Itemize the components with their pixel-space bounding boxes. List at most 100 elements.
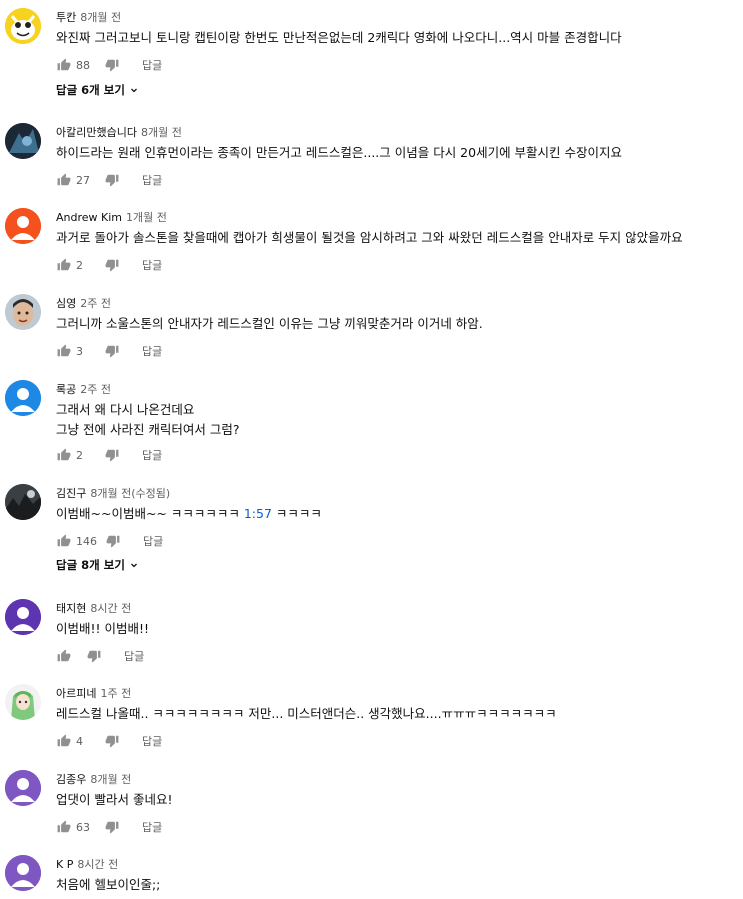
comment-line: 이범배!! 이범배!!	[56, 621, 150, 636]
author-name[interactable]: 김진구	[56, 487, 86, 500]
avatar[interactable]	[5, 123, 41, 159]
reply-button[interactable]: 답글	[142, 733, 162, 749]
comment-header: 심영 2주 전	[56, 295, 111, 311]
thumb-down-icon[interactable]	[105, 533, 121, 549]
reply-button[interactable]: 답글	[142, 447, 162, 463]
comment-time[interactable]: 1개월 전	[126, 211, 167, 224]
avatar[interactable]	[5, 8, 41, 44]
avatar[interactable]	[5, 684, 41, 720]
author-name[interactable]: 투칸	[56, 11, 76, 24]
comment-line: 처음에 헬보이인줄;;	[56, 877, 161, 892]
author-name[interactable]: Andrew Kim	[56, 211, 122, 224]
comment-text: 그러니까 소울스톤의 안내자가 레드스컬인 이유는 그냥 끼워맞춘거라 이거네 …	[56, 314, 483, 334]
chevron-down-icon	[130, 563, 137, 568]
comment-time[interactable]: 8개월 전	[141, 126, 182, 139]
thumb-up-icon[interactable]	[56, 533, 72, 549]
like-count: 88	[76, 58, 90, 72]
avatar[interactable]	[5, 294, 41, 330]
like-count: 4	[76, 734, 83, 748]
comment-time[interactable]: 1주 전	[100, 687, 131, 700]
comment-text-part: 이범배~~이범배~~ ㅋㅋㅋㅋㅋㅋ	[56, 506, 244, 521]
comment-header: 태지현 8시간 전	[56, 600, 131, 616]
like-count: 146	[76, 534, 97, 548]
reply-button[interactable]: 답글	[142, 172, 162, 188]
avatar[interactable]	[5, 208, 41, 244]
comment-actions: 27 답글	[56, 170, 162, 190]
comment-text: 과거로 돌아가 솔스톤을 찾을때에 캡아가 희생물이 될것을 암시하려고 그와 …	[56, 228, 683, 248]
comment-text: 레드스컬 나올때.. ㅋㅋㅋㅋㅋㅋㅋㅋ 저만... 미스터앤더슨.. 생각했나요…	[56, 704, 557, 724]
comment-text-part: ㅋㅋㅋㅋ	[271, 506, 322, 521]
author-name[interactable]: 태지현	[56, 602, 86, 615]
view-replies-button[interactable]: 답글 6개 보기	[56, 82, 140, 98]
view-replies-label: 답글 8개 보기	[56, 558, 125, 572]
comment-line: 레드스컬 나올때.. ㅋㅋㅋㅋㅋㅋㅋㅋ 저만... 미스터앤더슨.. 생각했나요…	[56, 706, 557, 721]
thumb-down-icon[interactable]	[86, 648, 102, 664]
thumb-down-icon[interactable]	[104, 57, 120, 73]
avatar[interactable]	[5, 380, 41, 416]
view-replies-label: 답글 6개 보기	[56, 83, 125, 97]
comment-line: 그러니까 소울스톤의 안내자가 레드스컬인 이유는 그냥 끼워맞춘거라 이거네 …	[56, 316, 483, 331]
thumb-down-icon[interactable]	[104, 172, 120, 188]
thumb-up-icon[interactable]	[56, 733, 72, 749]
like-count: 2	[76, 448, 83, 462]
comment-header: 김종우 8개월 전	[56, 771, 131, 787]
thumb-up-icon[interactable]	[56, 172, 72, 188]
thumb-up-icon[interactable]	[56, 343, 72, 359]
reply-button[interactable]: 답글	[142, 343, 162, 359]
comment-time[interactable]: 8개월 전	[80, 11, 121, 24]
comment-actions: 88 답글	[56, 55, 162, 75]
author-name[interactable]: 아르피네	[56, 687, 96, 700]
comment-time[interactable]: 8개월 전(수정됨)	[90, 487, 170, 500]
comment-time[interactable]: 8시간 전	[90, 602, 131, 615]
thumb-down-icon[interactable]	[104, 733, 120, 749]
author-name[interactable]: K P	[56, 858, 73, 871]
comment-line: 그래서 왜 다시 나온건데요	[56, 402, 195, 417]
thumb-up-icon[interactable]	[56, 257, 72, 273]
comment-actions: 2 답글	[56, 255, 162, 275]
avatar[interactable]	[5, 599, 41, 635]
avatar[interactable]	[5, 484, 41, 520]
author-name[interactable]: 김종우	[56, 773, 86, 786]
thumb-down-icon[interactable]	[104, 819, 120, 835]
comment-actions: 4 답글	[56, 731, 162, 751]
comment-time[interactable]: 2주 전	[80, 383, 111, 396]
timestamp-link[interactable]: 1:57	[244, 506, 272, 521]
avatar[interactable]	[5, 770, 41, 806]
thumb-up-icon[interactable]	[56, 648, 72, 664]
comment-text: 와진짜 그러고보니 토니랑 캡틴이랑 한번도 만난적은없는데 2캐릭다 영화에 …	[56, 28, 622, 48]
author-name[interactable]: 록공	[56, 383, 76, 396]
comment-text: 이범배!! 이범배!!	[56, 619, 149, 639]
thumb-up-icon[interactable]	[56, 447, 72, 463]
comment-actions: 답글	[56, 646, 144, 666]
comment-actions: 2 답글	[56, 445, 162, 465]
reply-button[interactable]: 답글	[143, 533, 163, 549]
comment-header: 아르피네 1주 전	[56, 685, 131, 701]
comment-text: 그래서 왜 다시 나온건데요 그냥 전에 사라진 캐릭터여서 그럼?	[56, 400, 240, 440]
author-name[interactable]: 심영	[56, 297, 76, 310]
chevron-down-icon	[130, 88, 137, 93]
avatar[interactable]	[5, 855, 41, 891]
comment-time[interactable]: 8개월 전	[90, 773, 131, 786]
thumb-down-icon[interactable]	[104, 257, 120, 273]
comment-time[interactable]: 8시간 전	[77, 858, 118, 871]
thumb-up-icon[interactable]	[56, 57, 72, 73]
comment-header: 록공 2주 전	[56, 381, 111, 397]
author-name[interactable]: 아칼리만했습니다	[56, 126, 137, 139]
comment-actions: 146 답글	[56, 531, 163, 551]
comment-line: 하이드라는 원래 인휴먼이라는 종족이 만든거고 레드스컬은....그 이념을 …	[56, 145, 623, 160]
reply-button[interactable]: 답글	[142, 257, 162, 273]
like-count: 27	[76, 173, 90, 187]
comment-time[interactable]: 2주 전	[80, 297, 111, 310]
view-replies-button[interactable]: 답글 8개 보기	[56, 557, 140, 573]
reply-button[interactable]: 답글	[124, 648, 144, 664]
thumb-down-icon[interactable]	[104, 343, 120, 359]
reply-button[interactable]: 답글	[142, 819, 162, 835]
comment-header: 김진구 8개월 전(수정됨)	[56, 485, 170, 501]
comment-text: 하이드라는 원래 인휴먼이라는 종족이 만든거고 레드스컬은....그 이념을 …	[56, 143, 622, 163]
comment-line: 과거로 돌아가 솔스톤을 찾을때에 캡아가 희생물이 될것을 암시하려고 그와 …	[56, 230, 683, 245]
thumb-up-icon[interactable]	[56, 819, 72, 835]
like-count: 3	[76, 344, 83, 358]
thumb-down-icon[interactable]	[104, 447, 120, 463]
comment-text: 이범배~~이범배~~ ㅋㅋㅋㅋㅋㅋ 1:57 ㅋㅋㅋㅋ	[56, 504, 322, 524]
reply-button[interactable]: 답글	[142, 57, 162, 73]
